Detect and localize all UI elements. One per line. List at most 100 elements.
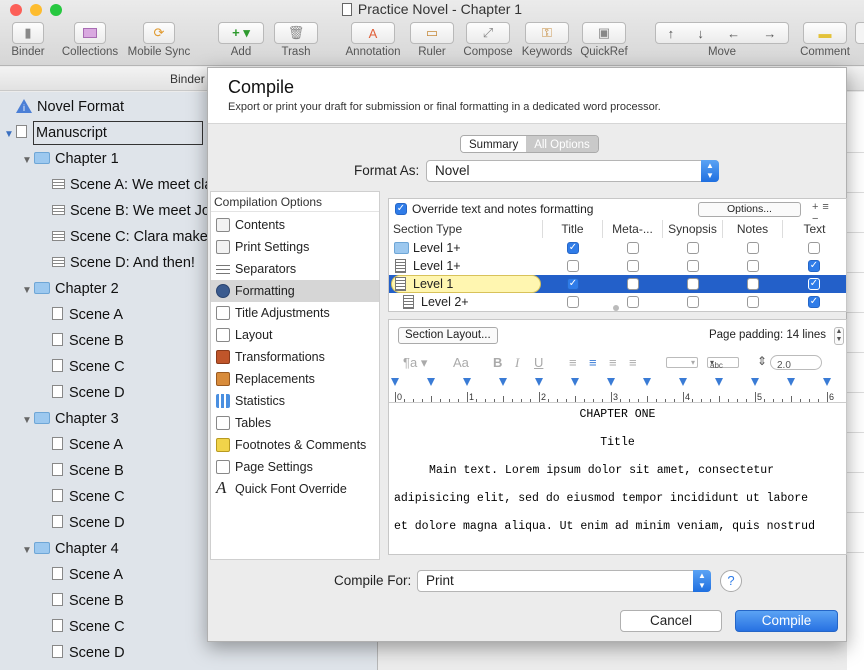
italic-icon[interactable]: I bbox=[515, 355, 519, 371]
mobile-sync-button[interactable]: ⟳ Mobile Sync bbox=[127, 22, 191, 58]
notes-checkbox[interactable] bbox=[747, 278, 759, 290]
paragraph-style-icon[interactable]: ¶a ▾ bbox=[403, 355, 427, 371]
binder-item-scene[interactable]: Scene D: And then! bbox=[52, 250, 195, 276]
compile-button[interactable]: Compile bbox=[735, 610, 838, 632]
notes-checkbox[interactable] bbox=[747, 260, 759, 272]
binder-item-scene[interactable]: Scene C bbox=[52, 614, 125, 640]
synopsis-checkbox[interactable] bbox=[687, 260, 699, 272]
collections-button[interactable]: Collections bbox=[60, 22, 120, 58]
synopsis-checkbox[interactable] bbox=[687, 242, 699, 254]
tab-stop-marker[interactable] bbox=[823, 378, 831, 386]
option-title-adjustments[interactable]: Title Adjustments bbox=[211, 302, 379, 324]
binder-item-chapter-1[interactable]: ▼ Chapter 1 bbox=[22, 146, 119, 172]
notes-checkbox[interactable] bbox=[747, 242, 759, 254]
compile-for-popup[interactable]: Print ▲ ▼ bbox=[417, 570, 711, 592]
align-center-icon[interactable]: ≡ bbox=[589, 355, 597, 370]
option-footnotes-comments[interactable]: Footnotes & Comments bbox=[211, 434, 379, 456]
underline-icon[interactable]: U bbox=[534, 355, 543, 370]
binder-item-scene[interactable]: Scene C bbox=[52, 354, 125, 380]
option-separators[interactable]: Separators bbox=[211, 258, 379, 280]
tab-stop-marker[interactable] bbox=[535, 378, 543, 386]
ruler[interactable]: 0 1 2 3 4 5 6 bbox=[389, 375, 846, 403]
binder-item-scene[interactable]: Scene B: We meet Joe bbox=[52, 198, 218, 224]
tab-stop-marker[interactable] bbox=[643, 378, 651, 386]
font-icon[interactable]: Aa bbox=[453, 355, 469, 370]
tab-stop-marker[interactable] bbox=[463, 378, 471, 386]
tab-stop-marker[interactable] bbox=[751, 378, 759, 386]
binder-item-scene[interactable]: Scene D bbox=[52, 510, 125, 536]
section-layout-button[interactable]: Section Layout... bbox=[398, 327, 498, 344]
meta-checkbox[interactable] bbox=[627, 278, 639, 290]
binder-item-scene[interactable]: Scene D bbox=[52, 380, 125, 406]
binder-item-scene[interactable]: Scene C bbox=[52, 484, 125, 510]
quickref-button[interactable]: ▣ QuickRef bbox=[578, 22, 630, 58]
move-left-icon[interactable]: ← bbox=[727, 26, 740, 41]
title-checkbox[interactable]: ✓ bbox=[567, 278, 579, 290]
disclosure-open-icon[interactable]: ▼ bbox=[4, 122, 16, 148]
disclosure-open-icon[interactable]: ▼ bbox=[22, 278, 34, 304]
tab-stop-marker[interactable] bbox=[571, 378, 579, 386]
binder-item-manuscript[interactable]: ▼ Manuscript bbox=[4, 120, 203, 146]
table-row-selected[interactable]: Level 1 ✓ ✓ bbox=[389, 275, 846, 293]
option-formatting[interactable]: Formatting bbox=[211, 280, 379, 302]
meta-checkbox[interactable] bbox=[627, 260, 639, 272]
text-checkbox[interactable]: ✓ bbox=[808, 296, 820, 308]
binder-item-chapter-2[interactable]: ▼ Chapter 2 bbox=[22, 276, 119, 302]
binder-button[interactable]: ▮ Binder bbox=[6, 22, 50, 58]
line-spacing-field[interactable]: 2.0 bbox=[770, 355, 822, 371]
binder-item-chapter-3[interactable]: ▼ Chapter 3 bbox=[22, 406, 119, 432]
tab-all-options[interactable]: All Options bbox=[526, 136, 598, 152]
binder-item-scene[interactable]: Scene A bbox=[52, 432, 123, 458]
option-page-settings[interactable]: Page Settings bbox=[211, 456, 379, 478]
split-handle[interactable] bbox=[613, 305, 619, 311]
binder-item-scene[interactable]: Scene C: Clara make bbox=[52, 224, 208, 250]
move-down-icon[interactable]: ↓ bbox=[697, 26, 704, 41]
option-transformations[interactable]: Transformations bbox=[211, 346, 379, 368]
tab-stop-marker[interactable] bbox=[607, 378, 615, 386]
text-checkbox[interactable] bbox=[808, 242, 820, 254]
highlight-picker[interactable]: abc ▾ bbox=[707, 357, 739, 370]
meta-checkbox[interactable] bbox=[627, 242, 639, 254]
annotation-button[interactable]: A Annotation bbox=[343, 22, 403, 58]
keywords-button[interactable]: ⚿ Keywords bbox=[520, 22, 574, 58]
binder-item-novel-format[interactable]: i Novel Format bbox=[16, 94, 124, 120]
tab-summary[interactable]: Summary bbox=[461, 136, 527, 152]
align-right-icon[interactable]: ≡ bbox=[609, 355, 617, 370]
binder-item-scene[interactable]: Scene A bbox=[52, 562, 123, 588]
tab-stop-marker[interactable] bbox=[715, 378, 723, 386]
option-tables[interactable]: Tables bbox=[211, 412, 379, 434]
notes-checkbox[interactable] bbox=[747, 296, 759, 308]
ruler-button[interactable]: ▭ Ruler bbox=[410, 22, 454, 58]
comment-button[interactable]: ▬ Comment bbox=[798, 22, 852, 58]
binder-item-scene[interactable]: Scene B bbox=[52, 588, 124, 614]
disclosure-open-icon[interactable]: ▼ bbox=[22, 538, 34, 564]
disclosure-open-icon[interactable]: ▼ bbox=[22, 408, 34, 434]
text-checkbox[interactable]: ✓ bbox=[808, 260, 820, 272]
move-right-icon[interactable]: → bbox=[763, 26, 776, 41]
tab-stop-marker[interactable] bbox=[391, 378, 399, 386]
title-checkbox[interactable]: ✓ bbox=[567, 242, 579, 254]
format-as-popup[interactable]: Novel ▲ ▼ bbox=[426, 160, 719, 182]
disclosure-open-icon[interactable]: ▼ bbox=[22, 148, 34, 174]
table-row[interactable]: Level 1+ ✓ bbox=[389, 239, 846, 257]
inspector-button[interactable] bbox=[855, 22, 864, 44]
binder-item-scene[interactable]: Scene D bbox=[52, 640, 125, 666]
binder-item-chapter-4[interactable]: ▼ Chapter 4 bbox=[22, 536, 119, 562]
tab-stop-marker[interactable] bbox=[787, 378, 795, 386]
title-checkbox[interactable] bbox=[567, 260, 579, 272]
binder-item-scene[interactable]: Scene B bbox=[52, 328, 124, 354]
text-checkbox[interactable]: ✓ bbox=[808, 278, 820, 290]
add-button[interactable]: + ▾ Add bbox=[218, 22, 264, 58]
justify-icon[interactable]: ≡ bbox=[629, 355, 637, 370]
text-color-picker[interactable]: ▾ bbox=[666, 357, 698, 368]
binder-item-scene[interactable]: Scene A: We meet cla bbox=[52, 172, 212, 198]
synopsis-checkbox[interactable] bbox=[687, 296, 699, 308]
option-quick-font-override[interactable]: A Quick Font Override bbox=[211, 478, 379, 500]
option-layout[interactable]: Layout bbox=[211, 324, 379, 346]
option-statistics[interactable]: Statistics bbox=[211, 390, 379, 412]
binder-item-scene[interactable]: Scene B bbox=[52, 458, 124, 484]
tab-stop-marker[interactable] bbox=[679, 378, 687, 386]
binder-item-scene[interactable]: Scene A bbox=[52, 302, 123, 328]
tab-stop-marker[interactable] bbox=[499, 378, 507, 386]
synopsis-checkbox[interactable] bbox=[687, 278, 699, 290]
